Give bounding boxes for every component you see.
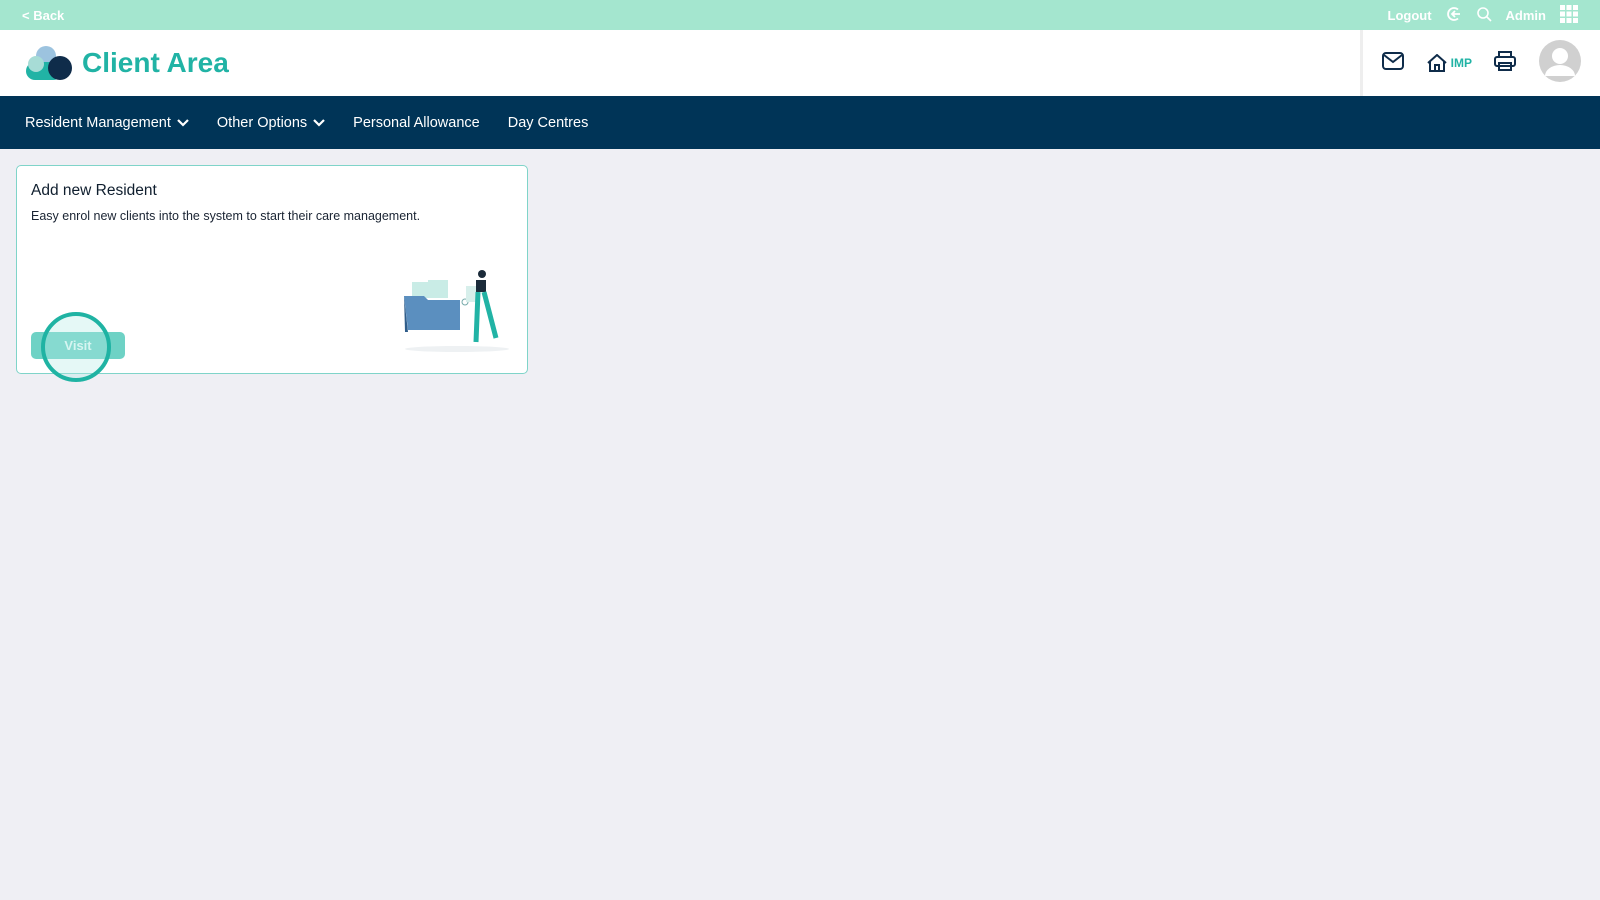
home-label: IMP — [1450, 56, 1472, 70]
avatar[interactable] — [1538, 39, 1581, 87]
nav-day-centres[interactable]: Day Centres — [508, 115, 589, 131]
folder-illustration — [404, 270, 509, 352]
top-bar: < Back Logout Admin — [0, 0, 1600, 30]
logout-icon[interactable] — [1446, 6, 1462, 25]
card-title: Add new Resident — [31, 182, 157, 199]
nav-personal-allowance[interactable]: Personal Allowance — [353, 115, 480, 131]
logo[interactable]: Client Area — [24, 44, 229, 82]
apps-grid-icon[interactable] — [1560, 4, 1578, 26]
app-title: Client Area — [82, 47, 229, 78]
home-icon — [1426, 54, 1447, 72]
logo-icon — [26, 46, 72, 80]
nav-label: Resident Management — [25, 114, 171, 131]
nav-label: Personal Allowance — [353, 114, 480, 131]
search-icon[interactable] — [1476, 6, 1492, 25]
main-nav: Resident Management Other Options Person… — [0, 96, 1600, 149]
admin-label[interactable]: Admin — [1506, 8, 1546, 23]
home-button[interactable]: IMP — [1426, 54, 1472, 72]
nav-other-options[interactable]: Other Options — [217, 115, 325, 131]
chevron-down-icon — [313, 118, 325, 127]
nav-label: Other Options — [216, 114, 308, 131]
header: Client Area IMP — [0, 30, 1600, 96]
nav-label: Day Centres — [507, 114, 589, 131]
print-icon[interactable] — [1494, 50, 1517, 76]
card-description: Easy enrol new clients into the system t… — [31, 209, 421, 223]
chevron-down-icon — [177, 118, 189, 127]
mail-icon[interactable] — [1382, 51, 1405, 75]
add-resident-card: Add new Resident Easy enrol new clients … — [16, 165, 528, 382]
nav-resident-management[interactable]: Resident Management — [25, 115, 189, 131]
visit-button[interactable]: Visit — [31, 332, 125, 359]
back-link[interactable]: < Back — [22, 8, 64, 23]
logout-link[interactable]: Logout — [1388, 8, 1432, 23]
